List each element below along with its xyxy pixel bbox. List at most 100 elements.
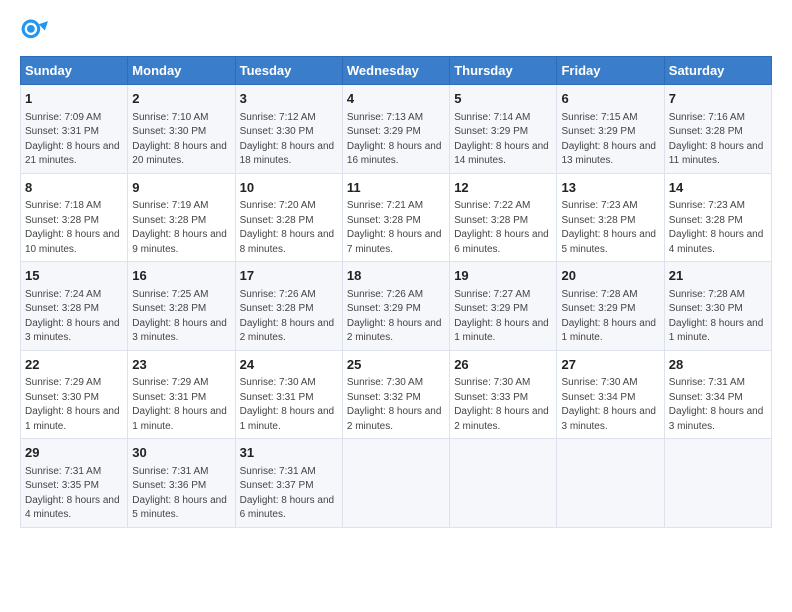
- sunset: Sunset: 3:31 PM: [240, 392, 314, 403]
- daylight: Daylight: 8 hours and 14 minutes.: [454, 141, 549, 167]
- day-number: 14: [669, 179, 767, 197]
- calendar-week-row: 1 Sunrise: 7:09 AM Sunset: 3:31 PM Dayli…: [21, 85, 772, 174]
- day-number: 6: [561, 90, 659, 108]
- sunrise: Sunrise: 7:25 AM: [132, 289, 208, 300]
- calendar-cell: 14 Sunrise: 7:23 AM Sunset: 3:28 PM Dayl…: [664, 173, 771, 262]
- calendar-cell: [450, 439, 557, 528]
- sunset: Sunset: 3:30 PM: [240, 126, 314, 137]
- calendar-cell: 17 Sunrise: 7:26 AM Sunset: 3:28 PM Dayl…: [235, 262, 342, 351]
- day-number: 31: [240, 444, 338, 462]
- day-number: 11: [347, 179, 445, 197]
- sunrise: Sunrise: 7:19 AM: [132, 200, 208, 211]
- sunset: Sunset: 3:28 PM: [561, 215, 635, 226]
- calendar-cell: 21 Sunrise: 7:28 AM Sunset: 3:30 PM Dayl…: [664, 262, 771, 351]
- header-day: Saturday: [664, 57, 771, 85]
- header-day: Tuesday: [235, 57, 342, 85]
- calendar-cell: 28 Sunrise: 7:31 AM Sunset: 3:34 PM Dayl…: [664, 350, 771, 439]
- sunset: Sunset: 3:31 PM: [25, 126, 99, 137]
- sunset: Sunset: 3:29 PM: [454, 303, 528, 314]
- sunset: Sunset: 3:36 PM: [132, 480, 206, 491]
- daylight: Daylight: 8 hours and 16 minutes.: [347, 141, 442, 167]
- sunset: Sunset: 3:34 PM: [669, 392, 743, 403]
- calendar-cell: 31 Sunrise: 7:31 AM Sunset: 3:37 PM Dayl…: [235, 439, 342, 528]
- daylight: Daylight: 8 hours and 4 minutes.: [25, 495, 120, 521]
- day-number: 27: [561, 356, 659, 374]
- sunrise: Sunrise: 7:23 AM: [669, 200, 745, 211]
- sunset: Sunset: 3:29 PM: [347, 126, 421, 137]
- daylight: Daylight: 8 hours and 8 minutes.: [240, 229, 335, 255]
- calendar-week-row: 8 Sunrise: 7:18 AM Sunset: 3:28 PM Dayli…: [21, 173, 772, 262]
- daylight: Daylight: 8 hours and 9 minutes.: [132, 229, 227, 255]
- day-number: 22: [25, 356, 123, 374]
- day-number: 28: [669, 356, 767, 374]
- calendar-cell: 29 Sunrise: 7:31 AM Sunset: 3:35 PM Dayl…: [21, 439, 128, 528]
- day-number: 25: [347, 356, 445, 374]
- day-number: 5: [454, 90, 552, 108]
- calendar-cell: 10 Sunrise: 7:20 AM Sunset: 3:28 PM Dayl…: [235, 173, 342, 262]
- sunrise: Sunrise: 7:24 AM: [25, 289, 101, 300]
- sunrise: Sunrise: 7:30 AM: [561, 377, 637, 388]
- day-number: 16: [132, 267, 230, 285]
- header-day: Monday: [128, 57, 235, 85]
- sunset: Sunset: 3:34 PM: [561, 392, 635, 403]
- calendar-cell: 16 Sunrise: 7:25 AM Sunset: 3:28 PM Dayl…: [128, 262, 235, 351]
- day-number: 21: [669, 267, 767, 285]
- sunrise: Sunrise: 7:28 AM: [669, 289, 745, 300]
- sunrise: Sunrise: 7:28 AM: [561, 289, 637, 300]
- logo-icon: [20, 18, 48, 46]
- sunset: Sunset: 3:28 PM: [240, 303, 314, 314]
- sunrise: Sunrise: 7:22 AM: [454, 200, 530, 211]
- daylight: Daylight: 8 hours and 6 minutes.: [240, 495, 335, 521]
- daylight: Daylight: 8 hours and 1 minute.: [454, 318, 549, 344]
- calendar-cell: 23 Sunrise: 7:29 AM Sunset: 3:31 PM Dayl…: [128, 350, 235, 439]
- daylight: Daylight: 8 hours and 10 minutes.: [25, 229, 120, 255]
- sunset: Sunset: 3:28 PM: [132, 215, 206, 226]
- header-row: SundayMondayTuesdayWednesdayThursdayFrid…: [21, 57, 772, 85]
- sunset: Sunset: 3:33 PM: [454, 392, 528, 403]
- calendar-cell: 22 Sunrise: 7:29 AM Sunset: 3:30 PM Dayl…: [21, 350, 128, 439]
- sunrise: Sunrise: 7:15 AM: [561, 112, 637, 123]
- calendar-cell: 3 Sunrise: 7:12 AM Sunset: 3:30 PM Dayli…: [235, 85, 342, 174]
- daylight: Daylight: 8 hours and 5 minutes.: [561, 229, 656, 255]
- sunset: Sunset: 3:28 PM: [669, 215, 743, 226]
- sunrise: Sunrise: 7:14 AM: [454, 112, 530, 123]
- page: SundayMondayTuesdayWednesdayThursdayFrid…: [0, 0, 792, 612]
- sunrise: Sunrise: 7:31 AM: [132, 466, 208, 477]
- sunset: Sunset: 3:28 PM: [347, 215, 421, 226]
- sunrise: Sunrise: 7:26 AM: [240, 289, 316, 300]
- calendar-cell: 30 Sunrise: 7:31 AM Sunset: 3:36 PM Dayl…: [128, 439, 235, 528]
- calendar-cell: 2 Sunrise: 7:10 AM Sunset: 3:30 PM Dayli…: [128, 85, 235, 174]
- day-number: 8: [25, 179, 123, 197]
- calendar-cell: 6 Sunrise: 7:15 AM Sunset: 3:29 PM Dayli…: [557, 85, 664, 174]
- daylight: Daylight: 8 hours and 6 minutes.: [454, 229, 549, 255]
- calendar-cell: 8 Sunrise: 7:18 AM Sunset: 3:28 PM Dayli…: [21, 173, 128, 262]
- sunset: Sunset: 3:37 PM: [240, 480, 314, 491]
- day-number: 4: [347, 90, 445, 108]
- calendar-week-row: 29 Sunrise: 7:31 AM Sunset: 3:35 PM Dayl…: [21, 439, 772, 528]
- day-number: 12: [454, 179, 552, 197]
- sunrise: Sunrise: 7:29 AM: [132, 377, 208, 388]
- day-number: 29: [25, 444, 123, 462]
- daylight: Daylight: 8 hours and 18 minutes.: [240, 141, 335, 167]
- daylight: Daylight: 8 hours and 7 minutes.: [347, 229, 442, 255]
- sunset: Sunset: 3:28 PM: [669, 126, 743, 137]
- sunrise: Sunrise: 7:31 AM: [25, 466, 101, 477]
- daylight: Daylight: 8 hours and 3 minutes.: [132, 318, 227, 344]
- sunset: Sunset: 3:30 PM: [132, 126, 206, 137]
- calendar-cell: [557, 439, 664, 528]
- daylight: Daylight: 8 hours and 21 minutes.: [25, 141, 120, 167]
- calendar-cell: 5 Sunrise: 7:14 AM Sunset: 3:29 PM Dayli…: [450, 85, 557, 174]
- calendar-cell: 27 Sunrise: 7:30 AM Sunset: 3:34 PM Dayl…: [557, 350, 664, 439]
- sunrise: Sunrise: 7:21 AM: [347, 200, 423, 211]
- day-number: 13: [561, 179, 659, 197]
- sunset: Sunset: 3:28 PM: [132, 303, 206, 314]
- sunrise: Sunrise: 7:30 AM: [240, 377, 316, 388]
- sunset: Sunset: 3:28 PM: [25, 303, 99, 314]
- calendar-week-row: 15 Sunrise: 7:24 AM Sunset: 3:28 PM Dayl…: [21, 262, 772, 351]
- sunrise: Sunrise: 7:30 AM: [454, 377, 530, 388]
- sunrise: Sunrise: 7:30 AM: [347, 377, 423, 388]
- day-number: 18: [347, 267, 445, 285]
- calendar-cell: 25 Sunrise: 7:30 AM Sunset: 3:32 PM Dayl…: [342, 350, 449, 439]
- daylight: Daylight: 8 hours and 4 minutes.: [669, 229, 764, 255]
- day-number: 3: [240, 90, 338, 108]
